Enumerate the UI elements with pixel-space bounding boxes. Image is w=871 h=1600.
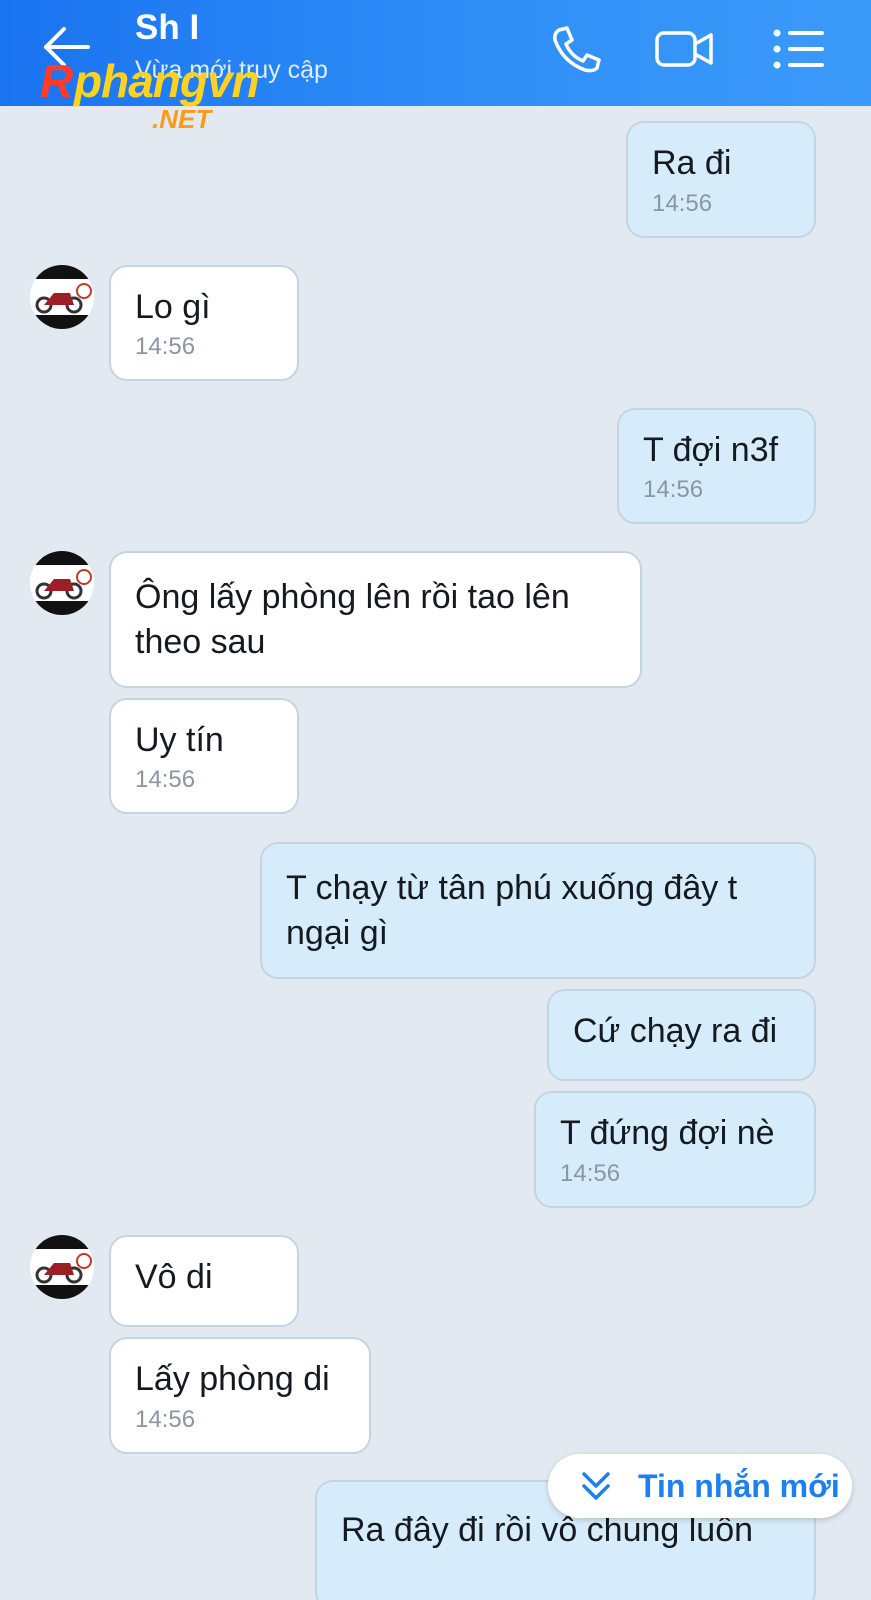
scooter-avatar-icon <box>30 551 94 615</box>
new-messages-label: Tin nhắn mới <box>638 1468 840 1504</box>
message-bubble-incoming[interactable]: Lo gì 14:56 <box>109 265 299 381</box>
message-time: 14:56 <box>135 766 196 793</box>
avatar[interactable] <box>30 265 94 329</box>
list-menu-icon <box>773 29 824 69</box>
message-time: 14:56 <box>135 333 196 360</box>
message-bubble-incoming[interactable]: Vô di <box>109 1235 299 1327</box>
message-bubble-incoming[interactable]: Lấy phòng di 14:56 <box>109 1337 371 1454</box>
phone-icon <box>553 26 601 73</box>
watermark-domain: .NET <box>152 104 212 134</box>
message-text: T đứng đợi nè <box>560 1114 775 1152</box>
contact-name[interactable]: Sh I <box>135 8 199 48</box>
message-text: Ông lấy phòng lên rồi tao lên theo sau <box>135 578 570 661</box>
video-call-button[interactable] <box>655 24 715 74</box>
watermark-brand-initial: R <box>40 55 73 107</box>
message-bubble-outgoing[interactable]: T chạy từ tân phú xuống đây t ngại gì <box>260 842 816 979</box>
message-text: Vô di <box>135 1258 213 1296</box>
message-time: 14:56 <box>652 190 713 217</box>
message-text: Lấy phòng di <box>135 1360 330 1398</box>
scooter-avatar-icon <box>30 265 94 329</box>
new-messages-button[interactable]: Tin nhắn mới <box>548 1454 852 1518</box>
message-text: Cứ chạy ra đi <box>573 1012 778 1050</box>
double-chevron-down-icon <box>582 1472 610 1500</box>
avatar[interactable] <box>30 1235 94 1299</box>
watermark-logo: R phangvn .NET <box>40 54 310 138</box>
message-bubble-incoming[interactable]: Uy tín 14:56 <box>109 698 299 814</box>
message-text: Ra đi <box>652 144 732 182</box>
message-bubble-incoming[interactable]: Ông lấy phòng lên rồi tao lên theo sau <box>109 551 642 688</box>
avatar[interactable] <box>30 551 94 615</box>
menu-button[interactable] <box>770 24 830 74</box>
message-bubble-outgoing[interactable]: T đứng đợi nè 14:56 <box>534 1091 816 1208</box>
call-button[interactable] <box>547 24 607 74</box>
message-time: 14:56 <box>643 476 704 503</box>
message-bubble-outgoing[interactable]: Ra đi 14:56 <box>626 121 816 238</box>
message-time: 14:56 <box>560 1160 621 1187</box>
message-time: 14:56 <box>135 1406 196 1433</box>
message-text: T chạy từ tân phú xuống đây t ngại gì <box>286 869 738 952</box>
watermark-brand: phangvn <box>74 55 260 107</box>
message-bubble-outgoing[interactable]: T đợi n3f 14:56 <box>617 408 816 524</box>
message-bubble-outgoing[interactable]: Cứ chạy ra đi <box>547 989 816 1081</box>
video-camera-icon <box>655 31 713 67</box>
scooter-avatar-icon <box>30 1235 94 1299</box>
